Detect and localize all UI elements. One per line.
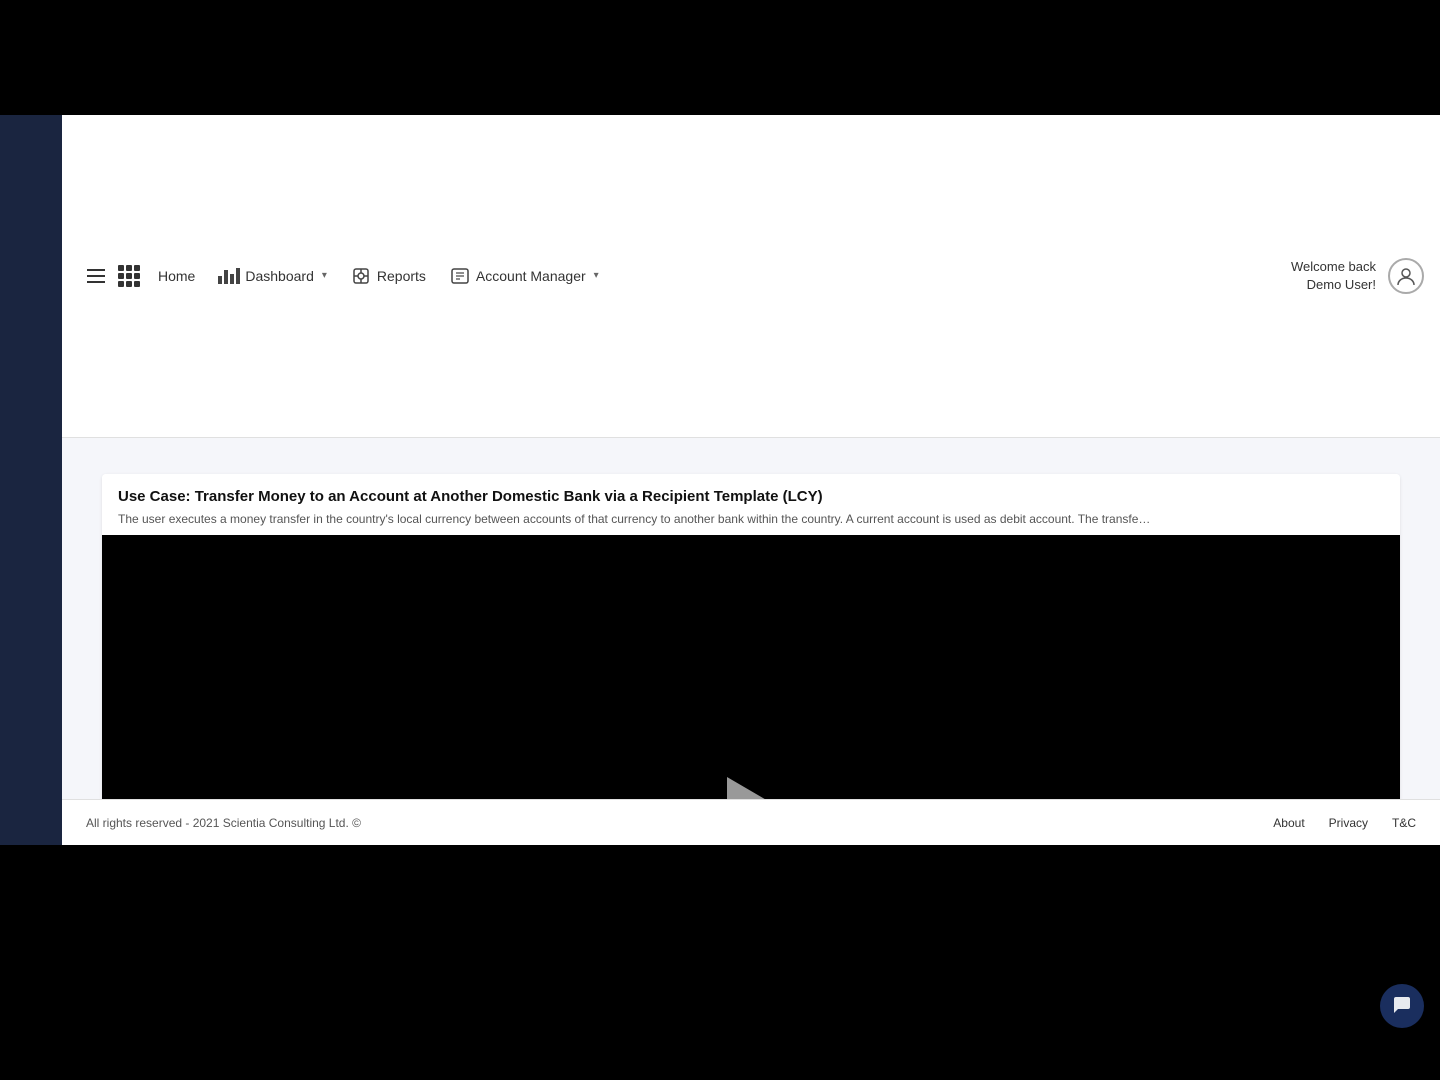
dashboard-label: Dashboard	[245, 268, 314, 284]
app-wrapper: Home Dashboard ▾	[0, 115, 1440, 845]
reports-icon	[351, 266, 371, 286]
nav-item-dashboard[interactable]: Dashboard ▾	[207, 258, 339, 294]
footer-links: About Privacy T&C	[1273, 816, 1416, 830]
video-card-header: Use Case: Transfer Money to an Account a…	[102, 474, 1400, 536]
app-grid-button[interactable]	[118, 265, 140, 287]
dashboard-chevron-icon: ▾	[322, 270, 327, 281]
account-manager-icon	[450, 266, 470, 286]
nav-item-account-manager[interactable]: Account Manager ▾	[438, 258, 611, 294]
chat-bubble-button[interactable]	[1380, 984, 1424, 1028]
welcome-text: Welcome back Demo User!	[1291, 258, 1376, 294]
video-player[interactable]	[102, 535, 1400, 799]
welcome-line1: Welcome back	[1291, 258, 1376, 276]
hamburger-icon	[87, 269, 105, 283]
top-black-bar	[0, 0, 1440, 115]
video-card: Use Case: Transfer Money to an Account a…	[102, 474, 1400, 800]
footer: All rights reserved - 2021 Scientia Cons…	[62, 799, 1440, 845]
reports-label: Reports	[377, 268, 426, 284]
grid-icon	[118, 265, 140, 287]
hamburger-button[interactable]	[78, 258, 114, 294]
video-title: Use Case: Transfer Money to an Account a…	[118, 488, 1384, 505]
navbar: Home Dashboard ▾	[62, 115, 1440, 438]
video-description: The user executes a money transfer in th…	[118, 511, 1384, 528]
footer-privacy-link[interactable]: Privacy	[1329, 816, 1368, 830]
chart-icon	[219, 266, 239, 286]
home-label: Home	[158, 268, 195, 284]
footer-copyright: All rights reserved - 2021 Scientia Cons…	[86, 816, 361, 830]
nav-right: Welcome back Demo User!	[1291, 258, 1424, 294]
nav-item-home[interactable]: Home	[146, 260, 207, 292]
nav-item-reports[interactable]: Reports	[339, 258, 438, 294]
sidebar	[0, 115, 62, 845]
account-manager-label: Account Manager	[476, 268, 586, 284]
play-button-icon[interactable]	[727, 777, 775, 799]
user-avatar-button[interactable]	[1388, 258, 1424, 294]
footer-about-link[interactable]: About	[1273, 816, 1304, 830]
main-content: Use Case: Transfer Money to an Account a…	[62, 438, 1440, 800]
bottom-black-bar	[0, 845, 1440, 1034]
welcome-line2: Demo User!	[1291, 276, 1376, 294]
footer-tnc-link[interactable]: T&C	[1392, 816, 1416, 830]
account-manager-chevron-icon: ▾	[594, 270, 599, 281]
